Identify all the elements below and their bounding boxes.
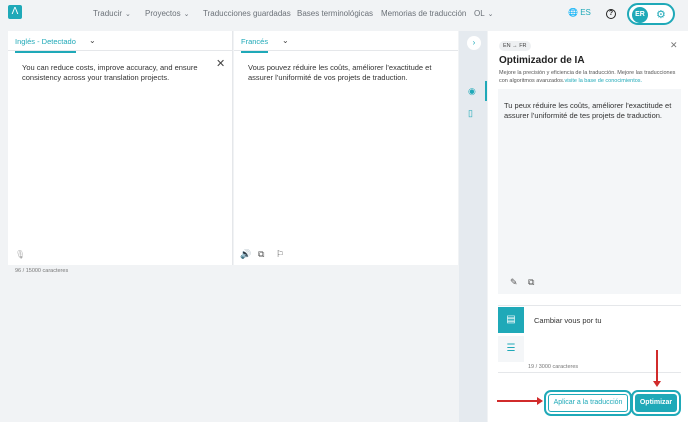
instruction-input[interactable]: Cambiar vous por tu — [534, 316, 602, 325]
copy-icon[interactable]: ⧉ — [258, 249, 264, 260]
chevron-down-icon: ⌄ — [125, 11, 131, 18]
list-icon[interactable]: ☰ — [498, 336, 524, 362]
nav-bases-terminologicas[interactable]: Bases terminológicas — [297, 9, 373, 18]
account-menu[interactable]: ER ⚙ — [627, 3, 675, 25]
chevron-down-icon[interactable]: ⌄ — [282, 36, 289, 45]
panel-title: Optimizador de IA — [499, 55, 585, 66]
chevron-down-icon: ⌄ — [487, 11, 494, 18]
microphone-icon[interactable]: 🎙 — [15, 250, 25, 259]
annotation-arrow-apply — [497, 397, 543, 405]
edit-icon[interactable]: ✎ — [510, 277, 518, 288]
side-rail: › ◉ ▯ — [459, 31, 487, 422]
saved-icon[interactable]: ▯ — [468, 108, 473, 119]
gear-icon[interactable]: ⚙ — [656, 8, 666, 21]
tab-target-language[interactable]: Francés — [241, 37, 269, 53]
nav-traducir[interactable]: Traducir ⌄ — [93, 9, 131, 18]
globe-icon: 🌐 — [568, 8, 578, 17]
nav-proyectos[interactable]: Proyectos ⌄ — [145, 9, 189, 18]
panel-description: Mejore la precisión y eficiencia de la t… — [499, 70, 676, 84]
optimize-button[interactable]: Optimizar — [631, 390, 681, 416]
top-bar: Λ Traducir ⌄ Proyectos ⌄ Traducciones guar… — [0, 0, 688, 30]
bookmark-icon[interactable]: ⚐ — [276, 249, 284, 260]
chat-icon[interactable]: ▤ — [498, 307, 524, 333]
instruction-box: ▤ ☰ Cambiar vous por tu 19 / 3000 caract… — [498, 305, 681, 373]
speaker-icon[interactable]: 🔊 — [240, 249, 251, 260]
source-tab-header: Inglés - Detectado ⌄ — [8, 31, 232, 53]
ai-optimizer-panel: EN → FR ✕ Optimizador de IA Mejore la pr… — [488, 31, 688, 422]
language-selector[interactable]: 🌐 ES — [568, 8, 591, 17]
help-icon[interactable]: ? — [606, 9, 616, 19]
source-text[interactable]: You can reduce costs, improve accuracy, … — [22, 63, 212, 83]
avatar[interactable]: ER — [632, 7, 648, 23]
chevron-right-icon[interactable]: › — [467, 36, 481, 50]
instruction-char-count: 19 / 3000 caracteres — [528, 364, 579, 370]
chevron-down-icon[interactable]: ⌄ — [89, 36, 96, 45]
active-indicator — [485, 81, 487, 101]
nav-memorias-traduccion[interactable]: Memorias de traducción — [381, 9, 466, 18]
target-panel: Francés ⌄ Vous pouvez réduire les coûts,… — [234, 31, 458, 265]
nav-traducciones-guardadas[interactable]: Traducciones guardadas — [203, 9, 291, 18]
target-text: Vous pouvez réduire les coûts, améliorer… — [248, 63, 432, 82]
chevron-down-icon: ⌄ — [183, 11, 190, 18]
tab-source-language[interactable]: Inglés - Detectado — [15, 37, 76, 53]
copy-icon[interactable]: ⧉ — [528, 277, 534, 288]
close-icon[interactable]: ✕ — [670, 40, 678, 51]
source-panel: Inglés - Detectado ⌄ You can reduce cost… — [8, 31, 233, 265]
optimized-text: Tu peux réduire les coûts, améliorer l’e… — [504, 101, 672, 120]
annotation-arrow-optimize — [653, 350, 661, 387]
close-icon[interactable]: ✕ — [216, 57, 225, 70]
source-char-count: 96 / 15000 caracteres — [15, 268, 69, 274]
language-pair-badge: EN → FR — [499, 41, 531, 51]
apply-translation-button[interactable]: Aplicar a la traducción — [544, 390, 632, 416]
nav-ol[interactable]: OL ⌄ — [474, 9, 494, 18]
app-logo[interactable]: Λ — [8, 5, 22, 19]
ai-optimizer-icon[interactable]: ◉ — [468, 86, 476, 97]
knowledge-base-link[interactable]: visite la base de conocimientos. — [564, 78, 642, 84]
optimized-result: Tu peux réduire les coûts, améliorer l’e… — [498, 89, 681, 294]
target-tab-header: Francés ⌄ — [234, 31, 458, 53]
